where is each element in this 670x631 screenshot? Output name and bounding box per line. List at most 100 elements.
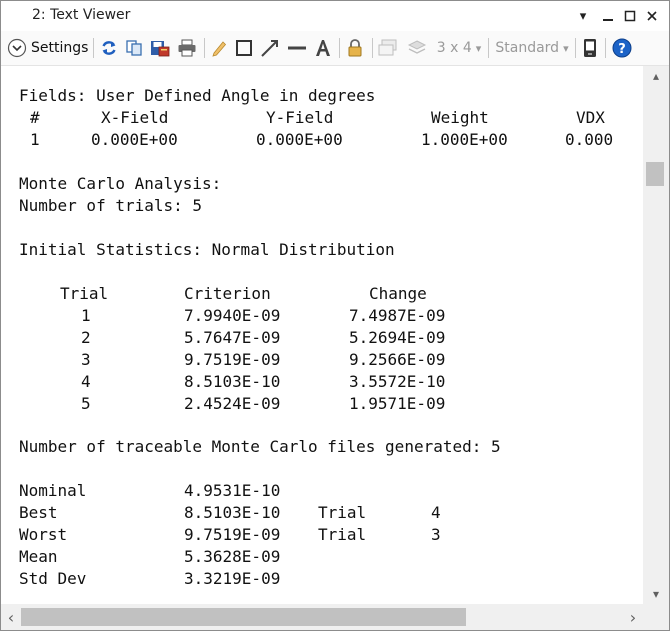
settings-button[interactable]: Settings <box>7 36 89 60</box>
save-button[interactable] <box>148 36 172 60</box>
trial-criterion: 8.5103E-10 <box>184 372 281 391</box>
trial-number: 2 <box>81 328 91 347</box>
fields-column-header: X-Field <box>101 108 169 127</box>
scroll-down-icon[interactable]: ▾ <box>643 584 669 604</box>
minimize-icon <box>603 19 613 21</box>
trial-change: 5.2694E-09 <box>349 328 446 347</box>
summary-trial-label: Trial <box>318 525 367 544</box>
trial-number: 5 <box>81 394 91 413</box>
vertical-scrollbar[interactable]: ▴ ▾ <box>643 66 669 604</box>
trials-column-header: Change <box>369 284 427 303</box>
horizontal-scrollbar[interactable]: ‹ › <box>1 604 643 630</box>
text-icon <box>316 40 330 56</box>
trial-criterion: 9.7519E-09 <box>184 350 281 369</box>
trial-change: 3.5572E-10 <box>349 372 446 391</box>
chevron-down-circle-icon <box>7 38 27 58</box>
summary-label: Nominal <box>19 481 87 500</box>
maximize-button[interactable] <box>620 6 640 26</box>
refresh-button[interactable] <box>98 36 120 60</box>
copy-button[interactable] <box>123 36 145 60</box>
text-content-area[interactable]: Fields: User Defined Angle in degrees # … <box>1 66 643 604</box>
scrollbar-corner <box>643 604 669 630</box>
fields-cell: 1.000E+00 <box>421 130 508 149</box>
vertical-scroll-thumb[interactable] <box>646 162 664 186</box>
chevron-down-icon: ▾ <box>475 41 482 55</box>
fields-cell: 1 <box>30 130 40 149</box>
trial-criterion: 7.9940E-09 <box>184 306 281 325</box>
pencil-tool-button[interactable] <box>208 36 230 60</box>
style-dropdown[interactable]: Standard ▾ <box>493 36 571 60</box>
layout-dropdown[interactable]: 3 x 4 ▾ <box>433 36 485 60</box>
line-icon <box>288 46 306 50</box>
traceable-files: Number of traceable Monte Carlo files ge… <box>19 437 501 456</box>
summary-value: 5.3628E-09 <box>184 547 281 566</box>
print-button[interactable] <box>175 36 199 60</box>
fields-cell: 0.000E+00 <box>91 130 178 149</box>
toolbar-separator <box>339 38 340 58</box>
toolbar-separator <box>575 38 576 58</box>
refresh-icon <box>102 41 116 55</box>
summary-label: Best <box>19 503 58 522</box>
title-bar: 2: Text Viewer ▾ <box>1 1 669 31</box>
fields-column-header: Y-Field <box>266 108 334 127</box>
scroll-left-icon[interactable]: ‹ <box>1 604 21 630</box>
device-button[interactable] <box>579 36 601 60</box>
window-layout-button[interactable] <box>376 36 400 60</box>
printer-icon <box>178 39 196 57</box>
toolbar: Settings 3 x 4 ▾ Standard ▾ ? <box>1 31 669 66</box>
trial-change: 7.4987E-09 <box>349 306 446 325</box>
svg-text:?: ? <box>618 42 626 57</box>
text-tool-button[interactable] <box>311 36 335 60</box>
rectangle-tool-button[interactable] <box>233 36 255 60</box>
trial-change: 1.9571E-09 <box>349 394 446 413</box>
text-viewer-window: 2: Text Viewer ▾ Settings 3 x 4 ▾ Standa… <box>0 0 670 631</box>
fields-header: Fields: User Defined Angle in degrees <box>19 86 376 105</box>
device-icon <box>584 39 596 57</box>
maximize-icon <box>624 10 636 22</box>
summary-trial-number: 3 <box>431 525 441 544</box>
pin-dropdown-button[interactable]: ▾ <box>573 6 593 26</box>
summary-value: 8.5103E-10 <box>184 503 281 522</box>
style-dropdown-label: Standard <box>495 40 560 56</box>
toolbar-separator <box>204 38 205 58</box>
trial-criterion: 2.4524E-09 <box>184 394 281 413</box>
fields-column-header: Weight <box>431 108 489 127</box>
fields-column-header: VDX <box>576 108 605 127</box>
layers-icon <box>407 40 427 54</box>
toolbar-separator <box>605 38 606 58</box>
trial-number: 1 <box>81 306 91 325</box>
horizontal-scroll-thumb[interactable] <box>21 608 466 626</box>
copy-icon <box>126 40 142 56</box>
trial-criterion: 5.7647E-09 <box>184 328 281 347</box>
arrow-icon <box>261 40 278 57</box>
summary-label: Worst <box>19 525 68 544</box>
close-button[interactable] <box>642 6 662 26</box>
fields-cell: 0.000 <box>565 130 614 149</box>
number-of-trials: Number of trials: 5 <box>19 196 203 215</box>
summary-value: 4.9531E-10 <box>184 481 281 500</box>
layout-dropdown-label: 3 x 4 <box>436 40 472 56</box>
arrow-tool-button[interactable] <box>258 36 282 60</box>
line-tool-button[interactable] <box>285 36 309 60</box>
summary-label: Mean <box>19 547 58 566</box>
trial-number: 4 <box>81 372 91 391</box>
pencil-icon <box>212 41 227 57</box>
help-button[interactable]: ? <box>610 36 634 60</box>
summary-value: 3.3219E-09 <box>184 569 281 588</box>
window-title: 2: Text Viewer <box>32 7 131 23</box>
toolbar-separator <box>372 38 373 58</box>
help-icon: ? <box>612 38 632 58</box>
settings-label: Settings <box>31 40 89 56</box>
trials-column-header: Criterion <box>184 284 271 303</box>
summary-value: 9.7519E-09 <box>184 525 281 544</box>
scroll-up-icon[interactable]: ▴ <box>643 66 669 86</box>
lock-icon <box>348 39 362 57</box>
trial-change: 9.2566E-09 <box>349 350 446 369</box>
minimize-button[interactable] <box>598 6 618 26</box>
window-stack-icon <box>378 39 397 56</box>
trials-column-header: Trial <box>60 284 109 303</box>
layers-button[interactable] <box>405 36 429 60</box>
summary-trial-label: Trial <box>318 503 367 522</box>
lock-button[interactable] <box>343 36 367 60</box>
scroll-right-icon[interactable]: › <box>623 604 643 630</box>
